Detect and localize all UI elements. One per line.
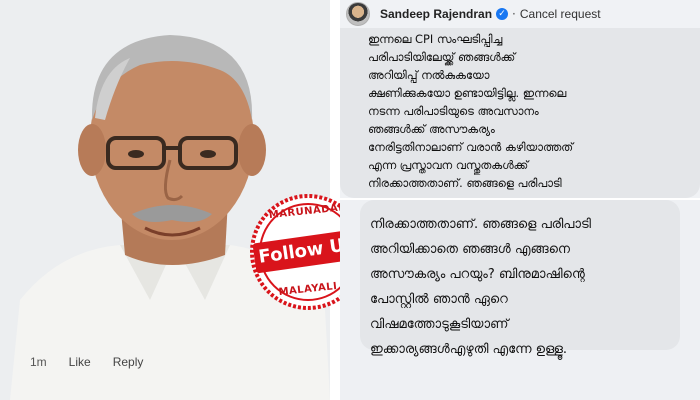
verified-icon: ✓ bbox=[496, 8, 509, 20]
comment-header: Sandeep Rajendran ✓ · Cancel request bbox=[340, 0, 700, 28]
reply-button[interactable]: Reply bbox=[113, 355, 144, 369]
comment-timestamp: 1m bbox=[30, 355, 47, 369]
comment-screenshot-top: Sandeep Rajendran ✓ · Cancel request ഇന്… bbox=[340, 0, 700, 198]
comment-actions: 1m Like Reply bbox=[30, 355, 143, 369]
author-name[interactable]: Sandeep Rajendran bbox=[380, 7, 492, 21]
comment-text-bottom: നിരക്കാത്തതാണ്. ഞങ്ങളെ പരിപാടി അറിയിക്കാ… bbox=[370, 217, 591, 357]
like-button[interactable]: Like bbox=[69, 355, 91, 369]
comment-text-top: ഇന്നലെ CPI സംഘടിപ്പിച്ച പരിപാടിയിലേയ്ക്ക… bbox=[368, 32, 574, 190]
cancel-request-link[interactable]: Cancel request bbox=[520, 7, 601, 21]
author-avatar[interactable] bbox=[346, 2, 370, 26]
separator-dot: · bbox=[512, 7, 516, 21]
comment-screenshot-bottom: നിരക്കാത്തതാണ്. ഞങ്ങളെ പരിപാടി അറിയിക്കാ… bbox=[340, 200, 700, 400]
